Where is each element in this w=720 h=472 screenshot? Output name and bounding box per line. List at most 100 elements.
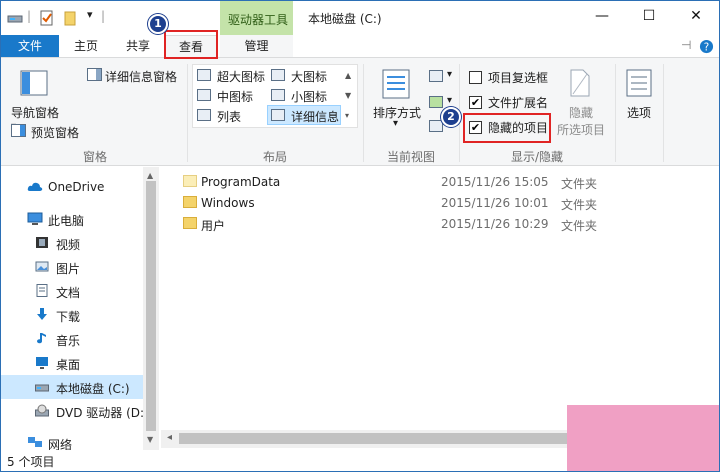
group-separator xyxy=(187,64,188,162)
drive-icon xyxy=(7,15,23,23)
properties-icon[interactable] xyxy=(39,10,55,26)
nav-item-dvd-drive[interactable]: DVD 驱动器 (D: xyxy=(1,399,144,423)
current-view-group-label: 当前视图 xyxy=(387,150,436,164)
nav-item-network[interactable]: 网络 xyxy=(1,431,143,452)
nav-item-downloads[interactable]: 下载 xyxy=(1,303,143,327)
group-by-dropdown-icon[interactable]: ▾ xyxy=(447,69,452,80)
hide-selected-label-2: 所选项目 xyxy=(557,123,606,137)
layout-list[interactable]: 列表 xyxy=(217,108,241,125)
window-title: 本地磁盘 (C:) xyxy=(308,12,382,26)
item-checkboxes-label: 项目复选框 xyxy=(488,71,549,85)
navigation-scrollbar[interactable]: ▲ ▼ xyxy=(143,167,159,450)
hide-selected-icon xyxy=(570,69,590,97)
folder-icon xyxy=(183,196,197,208)
scroll-left-icon[interactable]: ◂ xyxy=(167,432,172,443)
step-badge-1: 1 xyxy=(148,14,168,34)
network-icon xyxy=(28,437,42,447)
scroll-thumb[interactable] xyxy=(146,181,156,431)
tab-manage[interactable]: 管理 xyxy=(220,35,293,57)
tab-share[interactable]: 共享 xyxy=(113,35,163,57)
view-tab-highlight xyxy=(164,30,218,59)
size-columns-icon[interactable] xyxy=(429,120,443,132)
folder-icon xyxy=(183,175,197,187)
svg-text:?: ? xyxy=(704,41,709,53)
nav-item-videos[interactable]: 视频 xyxy=(1,231,143,255)
layout-group-label: 布局 xyxy=(263,150,288,164)
list-icon xyxy=(197,109,211,121)
extra-large-icons-icon xyxy=(197,69,211,81)
large-icons-icon xyxy=(271,69,285,81)
options-button[interactable]: 选项 xyxy=(627,104,651,121)
layout-details[interactable]: 详细信息 xyxy=(291,108,339,125)
navigation-pane: OneDrive 此电脑 视频 图片 文档 下载 音乐 桌面 本地磁盘 (C:)… xyxy=(1,167,159,452)
nav-item-pictures[interactable]: 图片 xyxy=(1,255,143,279)
show-hide-group-label: 显示/隐藏 xyxy=(511,150,564,164)
help-icon[interactable]: ? xyxy=(699,39,714,54)
document-icon xyxy=(36,284,48,297)
file-list: ProgramData 2015/11/26 15:05 文件夹 Windows… xyxy=(161,167,719,430)
preview-pane-button[interactable]: 预览窗格 xyxy=(31,124,79,141)
group-by-icon[interactable] xyxy=(429,70,443,82)
pin-ribbon-icon[interactable]: ⊣ xyxy=(681,38,691,52)
group-separator-5 xyxy=(663,64,664,162)
download-icon xyxy=(37,308,47,320)
file-row[interactable]: 用户 2015/11/26 10:29 文件夹 xyxy=(161,213,701,234)
nav-item-desktop[interactable]: 桌面 xyxy=(1,351,143,375)
add-columns-icon[interactable] xyxy=(429,96,443,108)
add-columns-dropdown-icon[interactable]: ▾ xyxy=(447,95,452,106)
tab-home[interactable]: 主页 xyxy=(61,35,111,57)
options-icon xyxy=(626,69,652,97)
sort-by-dropdown-icon[interactable]: ▾ xyxy=(393,118,398,129)
medium-icons-icon xyxy=(197,89,211,101)
details-pane-icon xyxy=(87,68,102,81)
scroll-up-icon[interactable]: ▲ xyxy=(147,171,153,180)
qa-separator: | xyxy=(27,9,32,23)
dvd-icon xyxy=(35,404,49,417)
new-folder-icon[interactable] xyxy=(63,10,79,26)
layout-scroll-arrows[interactable]: ▲ ▼ ▾ xyxy=(345,66,351,126)
step-badge-2: 2 xyxy=(441,107,461,127)
layout-small-icons[interactable]: 小图标 xyxy=(291,88,327,105)
group-separator-4 xyxy=(615,64,616,162)
preview-pane-icon xyxy=(11,124,26,137)
nav-item-music[interactable]: 音乐 xyxy=(1,327,143,351)
video-icon xyxy=(36,237,48,248)
group-separator-2 xyxy=(363,64,364,162)
drive-tools-label: 驱动器工具 xyxy=(228,13,289,27)
panes-group-label: 窗格 xyxy=(83,150,108,164)
layout-extra-large-icons[interactable]: 超大图标 xyxy=(217,68,265,85)
qa-separator-2: | xyxy=(101,9,106,23)
qa-customize-icon[interactable]: ▾ xyxy=(87,8,93,21)
small-icons-icon xyxy=(271,89,285,101)
file-extensions-label: 文件扩展名 xyxy=(488,96,549,110)
maximize-button[interactable]: ☐ xyxy=(626,1,672,31)
hscroll-thumb[interactable] xyxy=(179,433,599,444)
item-checkboxes-checkbox[interactable] xyxy=(469,71,482,84)
cloud-icon xyxy=(27,182,43,191)
item-count: 5 个项目 xyxy=(7,455,55,469)
navigation-pane-icon xyxy=(20,70,48,96)
sort-by-icon xyxy=(382,69,410,99)
details-icon xyxy=(271,109,285,121)
folder-icon xyxy=(183,217,197,229)
ribbon-tabs: 文件 主页 共享 查看 管理 ⊣ ? xyxy=(1,35,719,57)
close-button[interactable]: ✕ xyxy=(673,1,719,31)
nav-item-documents[interactable]: 文档 xyxy=(1,279,143,303)
nav-item-onedrive[interactable]: OneDrive xyxy=(1,175,143,199)
file-row[interactable]: ProgramData 2015/11/26 15:05 文件夹 xyxy=(161,171,701,192)
scroll-down-icon[interactable]: ▼ xyxy=(147,435,153,444)
computer-icon xyxy=(27,212,43,225)
file-row[interactable]: Windows 2015/11/26 10:01 文件夹 xyxy=(161,192,701,213)
layout-medium-icons[interactable]: 中图标 xyxy=(217,88,253,105)
nav-item-local-disk[interactable]: 本地磁盘 (C:) xyxy=(1,375,143,399)
watermark-overlay xyxy=(567,405,719,471)
details-pane-button[interactable]: 详细信息窗格 xyxy=(105,68,177,85)
nav-item-this-pc[interactable]: 此电脑 xyxy=(1,207,143,231)
layout-large-icons[interactable]: 大图标 xyxy=(291,68,327,85)
navigation-pane-button[interactable]: 导航窗格 xyxy=(11,104,59,121)
minimize-button[interactable]: — xyxy=(579,1,625,31)
title-bar: | ▾ | 驱动器工具 本地磁盘 (C:) — ☐ ✕ xyxy=(1,1,719,35)
ribbon-view: 导航窗格 ▾ 预览窗格 详细信息窗格 窗格 超大图标 大图标 中图标 小图标 列… xyxy=(1,57,719,166)
tab-file[interactable]: 文件 xyxy=(1,35,59,57)
file-extensions-checkbox[interactable]: ✔ xyxy=(469,96,482,109)
